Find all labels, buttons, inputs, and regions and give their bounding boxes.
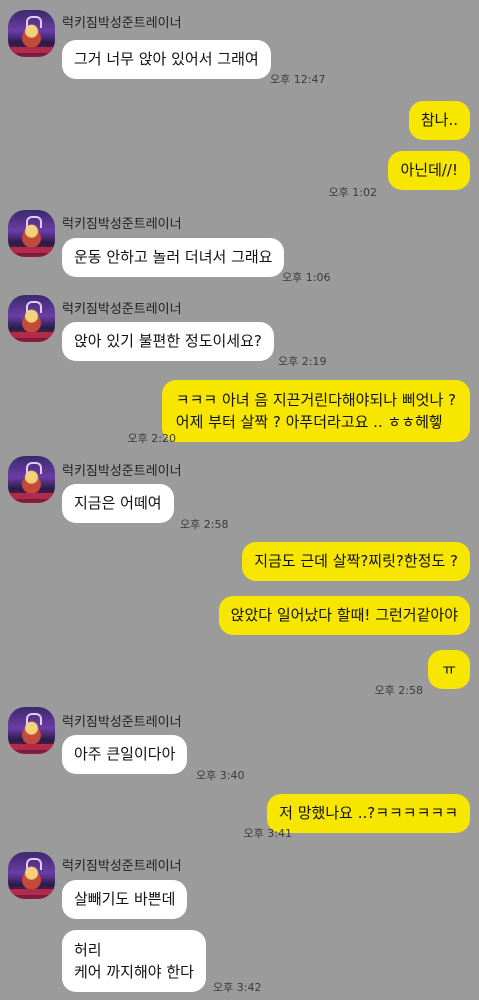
- received-message[interactable]: 그거 너무 앉아 있어서 그래여: [62, 40, 271, 79]
- received-message[interactable]: 살빼기도 바쁜데: [62, 880, 188, 919]
- message-time: 오후 2:58: [374, 684, 423, 697]
- sender-avatar[interactable]: [8, 210, 55, 257]
- message-line: 허리: [74, 941, 102, 959]
- sent-message[interactable]: 아닌데//!: [388, 151, 470, 190]
- message-time: 오후 1:06: [282, 271, 331, 284]
- sender-name: 럭키짐박성준트레이너: [62, 16, 182, 31]
- message-time: 오후 1:02: [328, 186, 377, 199]
- message-line: ㅋㅋㅋ 아녀 음 지끈거린다해야되나 삐엇나 ?: [175, 391, 456, 409]
- sender-avatar[interactable]: [8, 707, 55, 754]
- sent-message[interactable]: 앉았다 일어났다 할때! 그런거같아야: [218, 596, 470, 635]
- sender-name: 럭키짐박성준트레이너: [62, 217, 182, 232]
- received-message[interactable]: 지금은 어떼여: [62, 484, 174, 523]
- sender-avatar[interactable]: [8, 295, 55, 342]
- received-message[interactable]: 아주 큰일이다아: [62, 735, 188, 774]
- sender-name: 럭키짐박성준트레이너: [62, 715, 182, 730]
- sender-avatar[interactable]: [8, 456, 55, 503]
- received-message[interactable]: 운동 안하고 놀러 더녀서 그래요: [62, 238, 285, 277]
- sender-name: 럭키짐박성준트레이너: [62, 302, 182, 317]
- message-time: 오후 2:19: [278, 355, 327, 368]
- sent-message[interactable]: 참나..: [408, 101, 470, 140]
- message-time: 오후 12:47: [270, 73, 326, 86]
- message-line: 케어 까지해야 한다: [74, 963, 194, 981]
- message-time: 오후 3:42: [213, 981, 262, 994]
- sent-message[interactable]: 저 망했나요 ..?ㅋㅋㅋㅋㅋㅋ: [267, 794, 470, 833]
- message-time: 오후 3:40: [196, 769, 245, 782]
- sender-name: 럭키짐박성준트레이너: [62, 859, 182, 874]
- sender-name: 럭키짐박성준트레이너: [62, 464, 182, 479]
- sent-message[interactable]: 지금도 근데 살짝?찌릿?한정도 ?: [242, 542, 470, 581]
- received-message[interactable]: 앉아 있기 불편한 정도이세요?: [62, 322, 274, 361]
- message-line: 어제 부터 살짝 ? 아푸더라고요 .. ㅎㅎ헤헿: [175, 413, 443, 431]
- message-time: 오후 2:58: [180, 518, 229, 531]
- sent-message[interactable]: ㅋㅋㅋ 아녀 음 지끈거린다해야되나 삐엇나 ? 어제 부터 살짝 ? 아푸더라…: [161, 380, 470, 442]
- message-time: 오후 3:41: [243, 827, 292, 840]
- message-time: 오후 2:20: [127, 432, 176, 445]
- sent-message[interactable]: ㅠ: [428, 650, 470, 689]
- received-message[interactable]: 허리 케어 까지해야 한다: [62, 930, 206, 992]
- sender-avatar[interactable]: [8, 852, 55, 899]
- sender-avatar[interactable]: [8, 10, 55, 57]
